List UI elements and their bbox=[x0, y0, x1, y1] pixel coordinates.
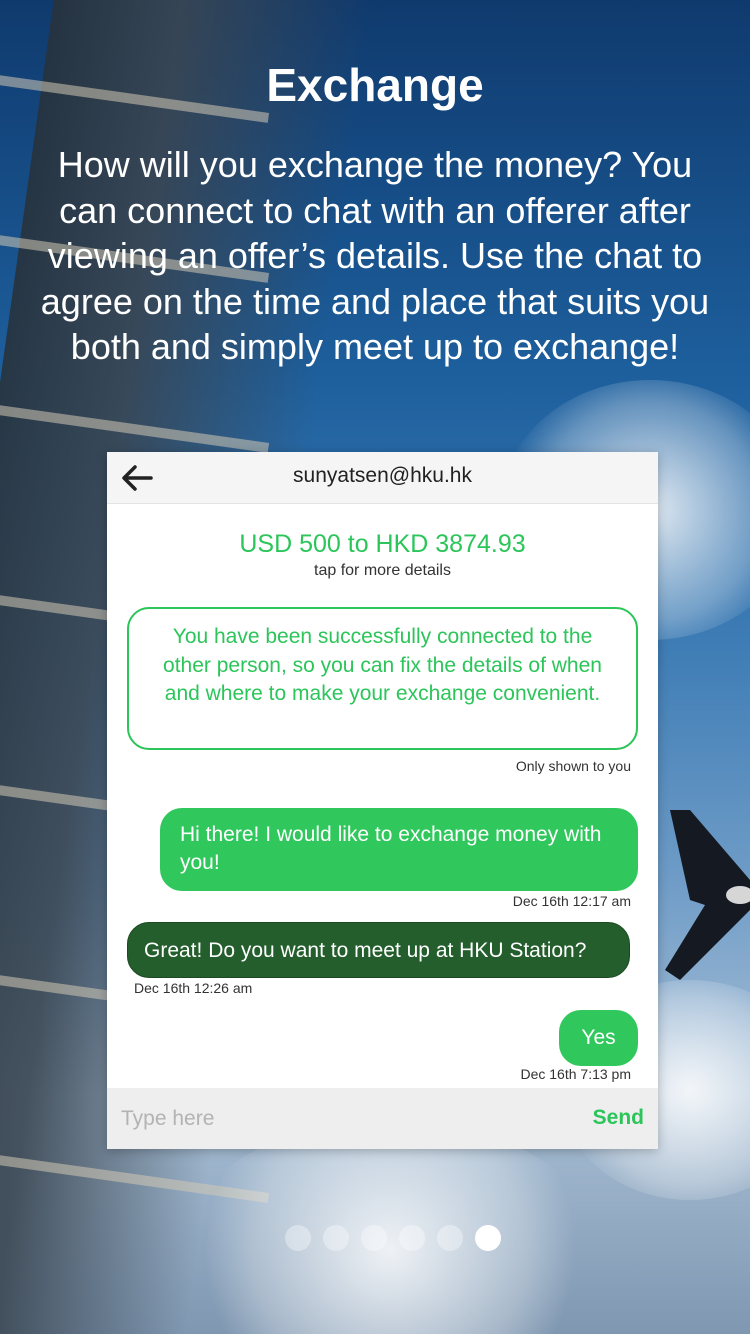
message-input-bar: Send bbox=[107, 1088, 658, 1149]
system-message-note: Only shown to you bbox=[515, 758, 631, 774]
page-dot-4[interactable] bbox=[399, 1225, 425, 1251]
page-dot-5[interactable] bbox=[437, 1225, 463, 1251]
chat-header: sunyatsen@hku.hk bbox=[107, 452, 658, 504]
offer-hint: tap for more details bbox=[314, 562, 451, 579]
message-bubble-sent: Hi there! I would like to exchange money… bbox=[160, 808, 638, 891]
system-message: You have been successfully connected to … bbox=[127, 607, 638, 750]
page-dot-1[interactable] bbox=[285, 1225, 311, 1251]
page-dot-6-active[interactable] bbox=[475, 1225, 501, 1251]
page-description: How will you exchange the money? You can… bbox=[40, 144, 710, 367]
message-timestamp: Dec 16th 12:26 am bbox=[134, 980, 253, 996]
message-timestamp: Dec 16th 12:17 am bbox=[512, 893, 631, 909]
page-indicator bbox=[285, 1225, 505, 1251]
chat-preview-card: sunyatsen@hku.hk USD 500 to HKD 3874.93 … bbox=[107, 452, 658, 1149]
contact-email: sunyatsen@hku.hk bbox=[293, 464, 472, 487]
message-input[interactable] bbox=[121, 1105, 541, 1133]
airplane-icon bbox=[665, 810, 750, 980]
message-bubble-received: Great! Do you want to meet up at HKU Sta… bbox=[127, 922, 630, 978]
page-dot-2[interactable] bbox=[323, 1225, 349, 1251]
message-timestamp: Dec 16th 7:13 pm bbox=[520, 1066, 631, 1082]
send-button[interactable]: Send bbox=[593, 1106, 644, 1130]
offer-summary-link[interactable]: USD 500 to HKD 3874.93 bbox=[107, 530, 658, 559]
message-bubble-sent: Yes bbox=[559, 1010, 638, 1066]
page-dot-3[interactable] bbox=[361, 1225, 387, 1251]
page-title: Exchange bbox=[266, 59, 484, 111]
